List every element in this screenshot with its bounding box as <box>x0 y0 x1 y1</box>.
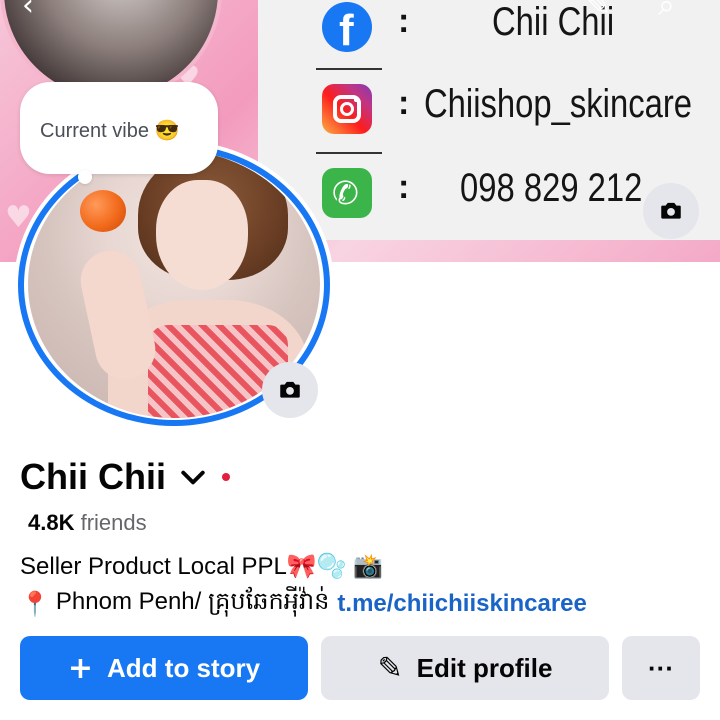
edit-profile-label: Edit profile <box>416 652 553 683</box>
edit-pencil-icon[interactable]: ✎ <box>586 0 611 23</box>
tomato-prop <box>80 190 126 232</box>
friends-count[interactable]: 4.8K friends <box>28 510 147 536</box>
camera-icon <box>661 202 681 219</box>
add-to-story-label: Add to story <box>107 652 261 683</box>
contact-row-instagram: : Chiishop_skincare <box>258 70 720 150</box>
bio-location: Phnom Penh/ គ្រុបឆែកអុីវ៉ាន់ <box>55 588 330 615</box>
friends-count-number: 4.8K <box>28 510 75 535</box>
more-options-button[interactable]: ··· <box>622 636 700 700</box>
location-pin-icon: 📍 <box>20 589 50 618</box>
friends-count-label: friends <box>80 510 147 535</box>
notification-dot <box>222 473 230 481</box>
cover-camera-button[interactable] <box>643 183 699 239</box>
note-bubble-tail <box>78 170 92 184</box>
bio-line: Seller Product Local PPL🎀🫧 📸 <box>20 553 384 580</box>
bio-link[interactable]: t.me/chiichiiskincaree <box>337 590 586 618</box>
profile-name: Chii Chii <box>20 456 166 497</box>
edit-profile-button[interactable]: ✎ Edit profile <box>321 636 609 700</box>
more-options-icon: ··· <box>648 652 674 683</box>
bio-location-line: 📍 Phnom Penh/ គ្រុបឆែកអុីវ៉ាន់ t.me/chii… <box>20 586 587 621</box>
contact-row-facebook: f : Chii Chii <box>258 0 720 68</box>
search-icon[interactable]: ⌕ <box>658 0 675 23</box>
plus-icon: + <box>67 650 94 686</box>
pencil-icon: ✎ <box>377 650 403 686</box>
add-to-story-button[interactable]: + Add to story <box>20 636 308 700</box>
profile-camera-button[interactable] <box>262 362 318 418</box>
back-arrow-icon[interactable]: ‹ <box>22 0 34 23</box>
note-text: Current vibe 😎 <box>40 120 180 142</box>
contact-separator: : <box>398 2 410 40</box>
contact-separator: : <box>398 84 410 122</box>
facebook-icon: f <box>322 2 372 55</box>
camera-icon <box>280 381 300 398</box>
contact-separator: : <box>398 168 410 206</box>
contact-phone-value: 098 829 212 <box>460 166 643 210</box>
chevron-down-icon[interactable] <box>180 464 206 490</box>
note-bubble[interactable]: Current vibe 😎 <box>20 82 218 174</box>
instagram-icon <box>322 84 372 134</box>
contact-instagram-value: Chiishop_skincare <box>424 82 693 126</box>
profile-name-row[interactable]: Chii Chii <box>20 455 230 499</box>
phone-icon: ✆ <box>322 168 372 218</box>
